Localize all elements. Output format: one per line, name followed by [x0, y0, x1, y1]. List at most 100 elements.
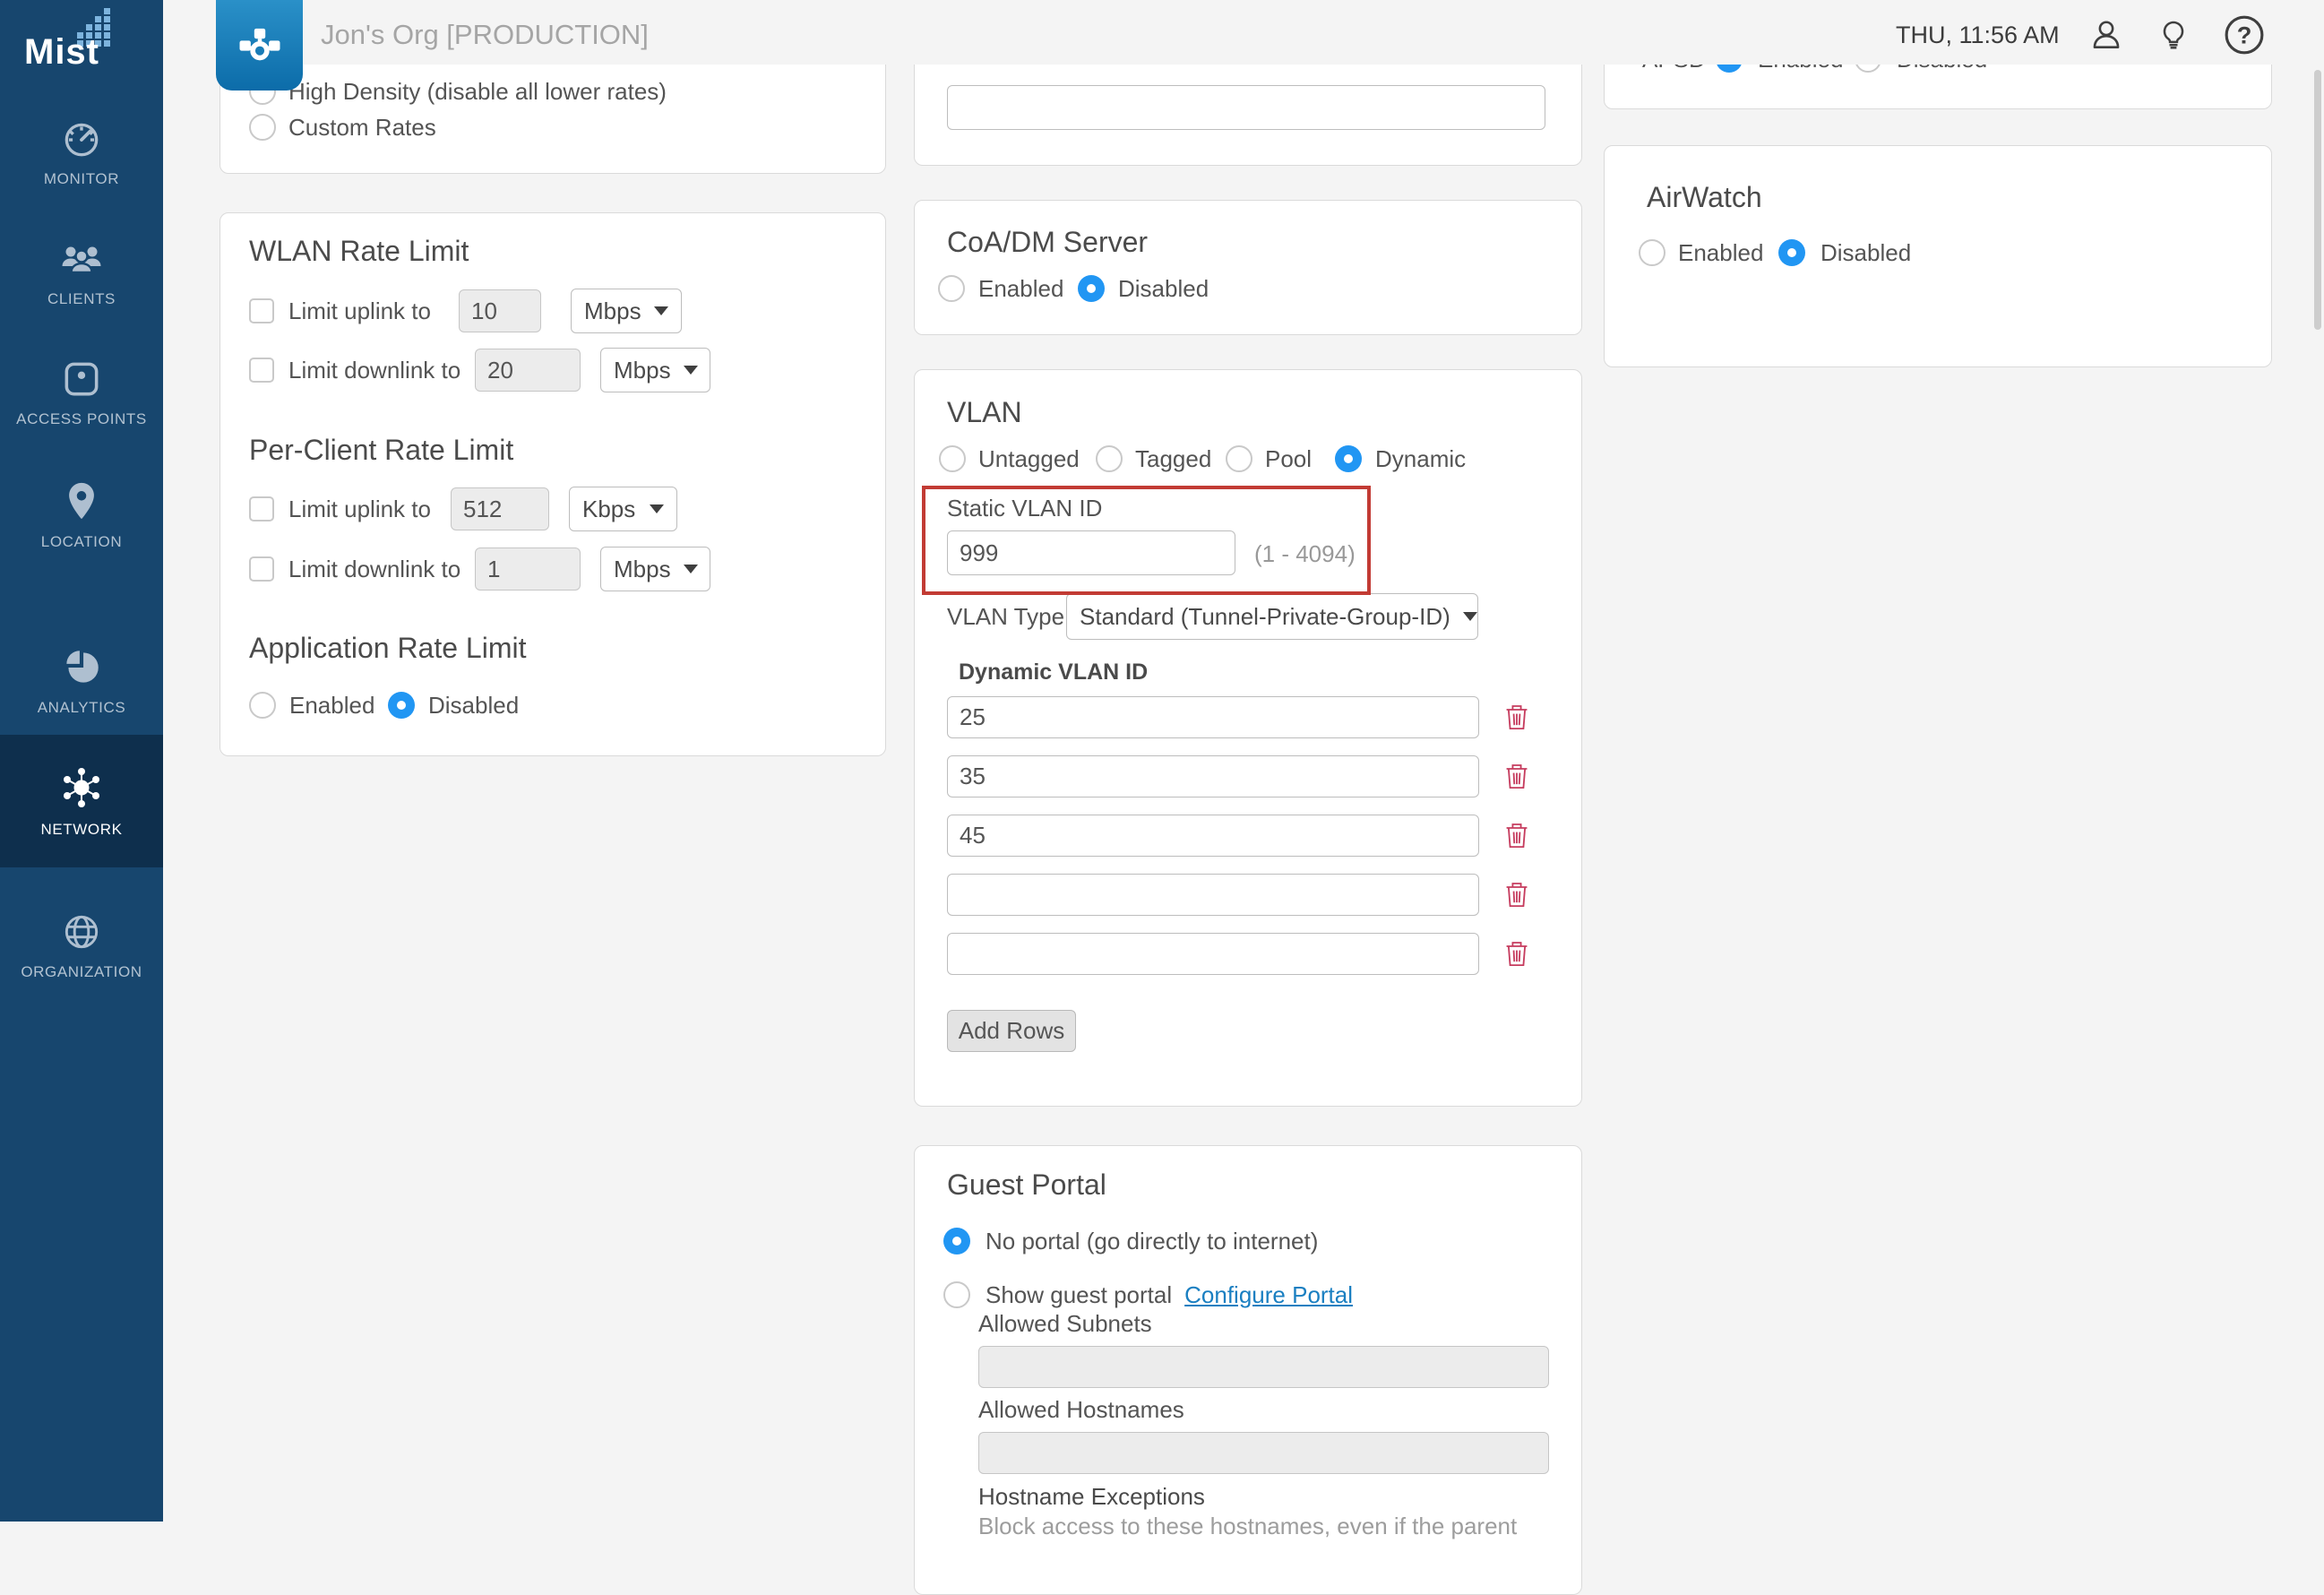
allowed-hostnames-input[interactable]	[978, 1432, 1549, 1474]
no-portal-radio[interactable]	[943, 1228, 970, 1254]
dynamic-vlan-input-5[interactable]	[947, 933, 1479, 975]
client-uplink-checkbox[interactable]	[249, 496, 274, 522]
sidebar-item-analytics[interactable]: ANALYTICS	[0, 618, 163, 744]
user-icon	[2089, 18, 2123, 52]
wlan-settings-page: High Density (disable all lower rates) C…	[0, 0, 2324, 1522]
vlan-title: VLAN	[947, 391, 1022, 434]
org-title: Jon's Org [PRODUCTION]	[321, 0, 649, 70]
sidebar-item-label: LOCATION	[41, 533, 122, 551]
wlan-uplink-input[interactable]	[459, 289, 541, 332]
client-downlink-unit-value: Mbps	[614, 556, 671, 583]
wlan-uplink-unit-select[interactable]: Mbps	[571, 289, 682, 333]
sidebar-item-label: CLIENTS	[47, 290, 116, 308]
show-guest-portal-radio[interactable]	[943, 1281, 970, 1308]
sidebar-item-location[interactable]: LOCATION	[0, 453, 163, 578]
dynamic-vlan-input-4[interactable]	[947, 874, 1479, 916]
org-tile-button[interactable]	[216, 0, 303, 91]
help-icon: ?	[2224, 14, 2265, 56]
per-client-rate-limit-title: Per-Client Rate Limit	[249, 428, 513, 471]
delete-row-icon[interactable]	[1505, 762, 1528, 790]
help-button[interactable]: ?	[2224, 0, 2265, 70]
network-hex-icon	[57, 763, 106, 812]
add-rows-button[interactable]: Add Rows	[947, 1010, 1076, 1052]
airwatch-enabled-radio[interactable]	[1639, 239, 1666, 266]
wlan-downlink-unit-value: Mbps	[614, 357, 671, 384]
delete-row-icon[interactable]	[1505, 703, 1528, 731]
app-rate-enabled-label: Enabled	[289, 685, 374, 725]
hostname-exceptions-help: Block access to these hostnames, even if…	[978, 1506, 1517, 1546]
vlan-type-select[interactable]: Standard (Tunnel-Private-Group-ID)	[1066, 593, 1478, 640]
sidebar-item-clients[interactable]: CLIENTS	[0, 211, 163, 336]
coa-disabled-radio[interactable]	[1078, 275, 1105, 302]
sidebar-item-organization[interactable]: ORGANIZATION	[0, 883, 163, 1008]
sidebar-item-label: NETWORK	[40, 821, 122, 839]
wlan-downlink-input[interactable]	[475, 349, 581, 392]
airwatch-enabled-label: Enabled	[1678, 233, 1763, 272]
sidebar-item-label: MONITOR	[44, 170, 119, 188]
airwatch-disabled-radio[interactable]	[1778, 239, 1805, 266]
client-uplink-unit-value: Kbps	[582, 496, 635, 523]
vlan-dynamic-label: Dynamic	[1375, 439, 1466, 478]
custom-rates-radio[interactable]	[249, 114, 276, 141]
top-header: Jon's Org [PRODUCTION] THU, 11:56 AM ?	[163, 0, 2324, 65]
clipped-top-input[interactable]	[947, 85, 1545, 130]
delete-row-icon[interactable]	[1505, 939, 1528, 968]
vlan-type-value: Standard (Tunnel-Private-Group-ID)	[1080, 603, 1450, 631]
airwatch-disabled-label: Disabled	[1820, 233, 1911, 272]
access-points-icon	[59, 357, 104, 401]
sidebar-item-monitor[interactable]: MONITOR	[0, 90, 163, 215]
high-density-label: High Density (disable all lower rates)	[288, 72, 667, 111]
client-downlink-input[interactable]	[475, 547, 581, 591]
sidebar-item-label: ORGANIZATION	[21, 963, 142, 981]
analytics-pie-icon	[59, 645, 104, 690]
delete-row-icon[interactable]	[1505, 821, 1528, 849]
wlan-rate-limit-title: WLAN Rate Limit	[249, 229, 469, 272]
static-vlan-range-hint: (1 - 4094)	[1254, 534, 1356, 573]
client-uplink-label: Limit uplink to	[288, 489, 431, 529]
org-network-icon	[236, 22, 284, 70]
vlan-untagged-radio[interactable]	[939, 445, 966, 472]
client-uplink-unit-select[interactable]: Kbps	[569, 487, 677, 531]
chevron-down-icon	[684, 366, 698, 375]
chevron-down-icon	[1463, 612, 1477, 621]
lightbulb-icon	[2157, 19, 2190, 51]
location-pin-icon	[61, 479, 102, 524]
sidebar-item-network[interactable]: NETWORK	[0, 735, 163, 867]
no-portal-label: No portal (go directly to internet)	[986, 1221, 1318, 1261]
wlan-downlink-label: Limit downlink to	[288, 350, 460, 390]
vlan-pool-radio[interactable]	[1226, 445, 1252, 472]
dynamic-vlan-input-2[interactable]	[947, 755, 1479, 798]
custom-rates-label: Custom Rates	[288, 108, 436, 147]
delete-row-icon[interactable]	[1505, 880, 1528, 909]
vlan-pool-label: Pool	[1265, 439, 1312, 478]
sidebar-item-access-points[interactable]: ACCESS POINTS	[0, 330, 163, 455]
vlan-tagged-label: Tagged	[1135, 439, 1211, 478]
wlan-downlink-unit-select[interactable]: Mbps	[600, 348, 710, 392]
static-vlan-input[interactable]	[947, 530, 1235, 575]
airwatch-title: AirWatch	[1647, 176, 1762, 219]
mist-logo[interactable]: Mist	[0, 4, 163, 81]
wlan-downlink-checkbox[interactable]	[249, 358, 274, 383]
whats-new-button[interactable]	[2157, 0, 2190, 70]
configure-portal-link[interactable]: Configure Portal	[1184, 1281, 1353, 1309]
allowed-subnets-input[interactable]	[978, 1346, 1549, 1388]
app-rate-disabled-label: Disabled	[428, 685, 519, 725]
dynamic-vlan-input-3[interactable]	[947, 815, 1479, 857]
account-button[interactable]	[2089, 0, 2123, 70]
organization-globe-icon	[59, 910, 104, 954]
wlan-uplink-checkbox[interactable]	[249, 298, 274, 323]
client-downlink-unit-select[interactable]: Mbps	[600, 547, 710, 591]
sidebar-nav: Mist MONITOR CLIENTS ACCES	[0, 0, 163, 1522]
client-uplink-input[interactable]	[451, 487, 549, 530]
vertical-scrollbar[interactable]	[2314, 70, 2321, 330]
coa-enabled-radio[interactable]	[938, 275, 965, 302]
dynamic-vlan-input-1[interactable]	[947, 696, 1479, 738]
mist-logo-text: Mist	[24, 32, 99, 73]
client-downlink-checkbox[interactable]	[249, 556, 274, 582]
vlan-dynamic-radio[interactable]	[1335, 445, 1362, 472]
wlan-uplink-unit-value: Mbps	[584, 297, 641, 325]
vlan-untagged-label: Untagged	[978, 439, 1080, 478]
app-rate-disabled-radio[interactable]	[388, 692, 415, 719]
app-rate-enabled-radio[interactable]	[249, 692, 276, 719]
vlan-tagged-radio[interactable]	[1096, 445, 1123, 472]
